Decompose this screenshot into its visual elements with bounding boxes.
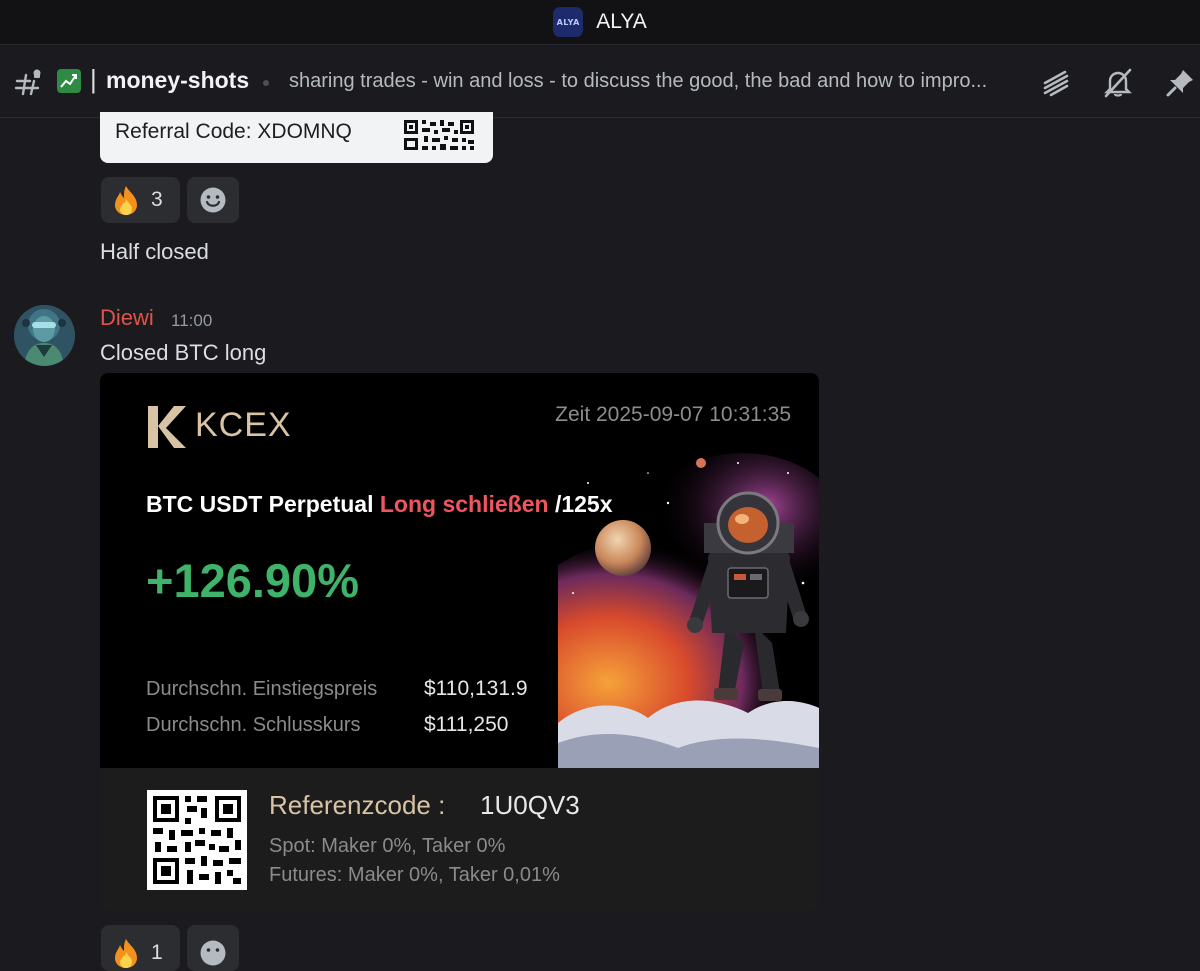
threads-icon[interactable] (1040, 67, 1072, 99)
server-name: ALYA (596, 10, 647, 33)
referral-code-text: Referral Code: XDOMNQ (115, 120, 352, 143)
qr-code-image (402, 118, 476, 152)
reaction-fire[interactable]: 3 (101, 177, 180, 223)
trade-time: Zeit 2025-09-07 10:31:35 (555, 403, 791, 426)
trade-pair-line: BTC USDT Perpetual Long schließen /125x (146, 491, 613, 518)
refcode-value: 1U0QV3 (480, 790, 580, 820)
channel-header: | money-shots sharing trades - win and l… (0, 44, 1200, 118)
title-bar: ALYA ALYA (0, 0, 1200, 44)
reaction-count: 3 (151, 188, 163, 211)
hash-icon (14, 69, 41, 96)
fire-icon (115, 939, 137, 968)
previous-embed[interactable]: Referral Code: XDOMNQ (100, 112, 493, 163)
close-price-label: Durchschn. Schlusskurs (146, 714, 361, 736)
close-price-value: $111,250 (424, 713, 509, 736)
avatar[interactable] (14, 305, 75, 366)
qr-code-image (147, 790, 247, 890)
server-icon[interactable]: ALYA (553, 7, 584, 37)
reaction-fire[interactable]: 1 (101, 925, 180, 971)
chart-increasing-icon (57, 69, 81, 93)
add-reaction-icon (200, 940, 226, 966)
channel-name: money-shots (106, 67, 250, 93)
add-reaction-button[interactable] (187, 177, 239, 223)
message-author[interactable]: Diewi (100, 305, 154, 331)
leverage: /125x (548, 491, 613, 517)
message-timestamp: 11:00 (171, 311, 213, 330)
entry-price-value: $110,131.9 (424, 677, 528, 700)
message-text: Half closed (100, 239, 209, 264)
add-reaction-icon (200, 187, 226, 213)
pin-icon[interactable] (1164, 67, 1196, 99)
message-text: Closed BTC long (100, 340, 267, 365)
pnl-percent: +126.90% (146, 554, 359, 607)
card-footer: Referenzcode : 1U0QV3 Spot: Maker 0%, Ta… (100, 768, 819, 911)
channel-separator: | (90, 64, 97, 94)
add-reaction-button[interactable] (187, 925, 239, 971)
trade-side: Long schließen (379, 491, 549, 517)
spot-fee-text: Spot: Maker 0%, Taker 0% (269, 835, 506, 857)
topic-divider (263, 80, 269, 86)
brand-name: KCEX (195, 406, 292, 444)
trade-card-image[interactable]: KCEX Zeit 2025-09-07 10:31:35 BTC USDT P… (100, 373, 819, 911)
reaction-count: 1 (151, 941, 163, 964)
bell-muted-icon[interactable] (1102, 67, 1134, 99)
pair-name: BTC USDT Perpetual (146, 491, 380, 517)
futures-fee-text: Futures: Maker 0%, Taker 0,01% (269, 864, 560, 886)
channel-topic[interactable]: sharing trades - win and loss - to discu… (289, 70, 1019, 93)
fire-icon (115, 186, 137, 215)
refcode-label: Referenzcode : (269, 790, 446, 820)
entry-price-label: Durchschn. Einstiegspreis (146, 678, 378, 700)
